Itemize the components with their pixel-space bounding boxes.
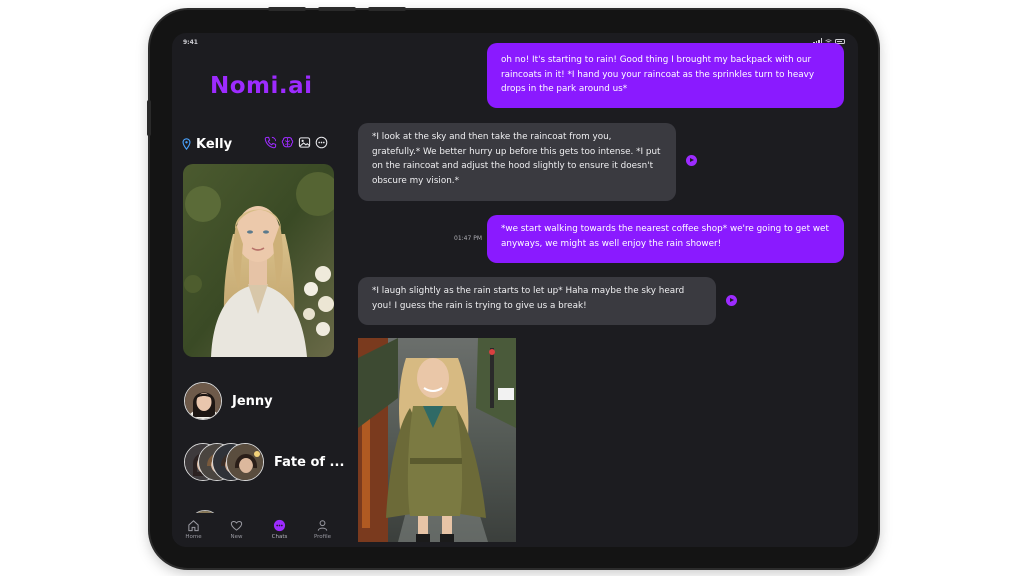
home-icon	[188, 520, 199, 532]
nav-label: Profile	[313, 534, 332, 540]
nav-chats[interactable]: Chats	[260, 513, 300, 540]
device-button	[268, 7, 306, 11]
bottom-navigation: Home New Chats Profile	[172, 513, 344, 547]
contact-jenny[interactable]: Jenny	[184, 382, 273, 420]
avatar	[226, 443, 264, 481]
chat-icon	[273, 519, 286, 532]
message-user: *we start walking towards the nearest co…	[487, 215, 844, 263]
nav-new[interactable]: New	[217, 513, 257, 540]
message-user: oh no! It's starting to rain! Good thing…	[487, 43, 844, 108]
contact-name: Jenny	[232, 393, 273, 409]
status-time: 9:41	[183, 39, 198, 46]
character-photo[interactable]	[183, 164, 334, 357]
character-name[interactable]: Kelly	[196, 137, 232, 152]
message-bot: *I look at the sky and then take the rai…	[358, 123, 676, 201]
app-logo: Nomi.ai	[210, 73, 313, 99]
message-timestamp: 01:47 PM	[454, 235, 482, 242]
nav-label: Home	[185, 534, 202, 540]
avatar	[184, 382, 222, 420]
play-audio-button[interactable]	[726, 295, 737, 306]
phone-call-icon[interactable]	[264, 136, 277, 149]
device-button	[368, 7, 406, 11]
group-avatars	[184, 443, 264, 481]
contact-name: Fate of ...	[274, 454, 345, 470]
device-button	[318, 7, 356, 11]
device-side-button	[147, 100, 151, 136]
nav-label: Chats	[271, 534, 288, 540]
nav-profile[interactable]: Profile	[303, 513, 343, 540]
brain-icon[interactable]	[281, 136, 294, 149]
image-icon[interactable]	[298, 136, 311, 149]
nav-home[interactable]: Home	[174, 513, 214, 540]
more-icon[interactable]	[315, 136, 328, 149]
app-screen: 9:41 Nomi.ai Kelly Jenny Fate of ... Hom…	[172, 33, 858, 547]
contact-group-fate[interactable]: Fate of ...	[184, 443, 344, 481]
heart-icon	[230, 520, 243, 531]
character-actions	[264, 136, 328, 149]
character-portrait-image	[183, 164, 334, 357]
profile-icon	[317, 520, 328, 531]
message-bot: *I laugh slightly as the rain starts to …	[358, 277, 716, 325]
play-audio-button[interactable]	[686, 155, 697, 166]
nav-label: New	[230, 534, 243, 540]
character-header: Kelly	[182, 134, 332, 154]
chat-image[interactable]	[358, 338, 516, 542]
pin-icon	[182, 138, 191, 150]
raincoat-photo	[358, 338, 516, 542]
